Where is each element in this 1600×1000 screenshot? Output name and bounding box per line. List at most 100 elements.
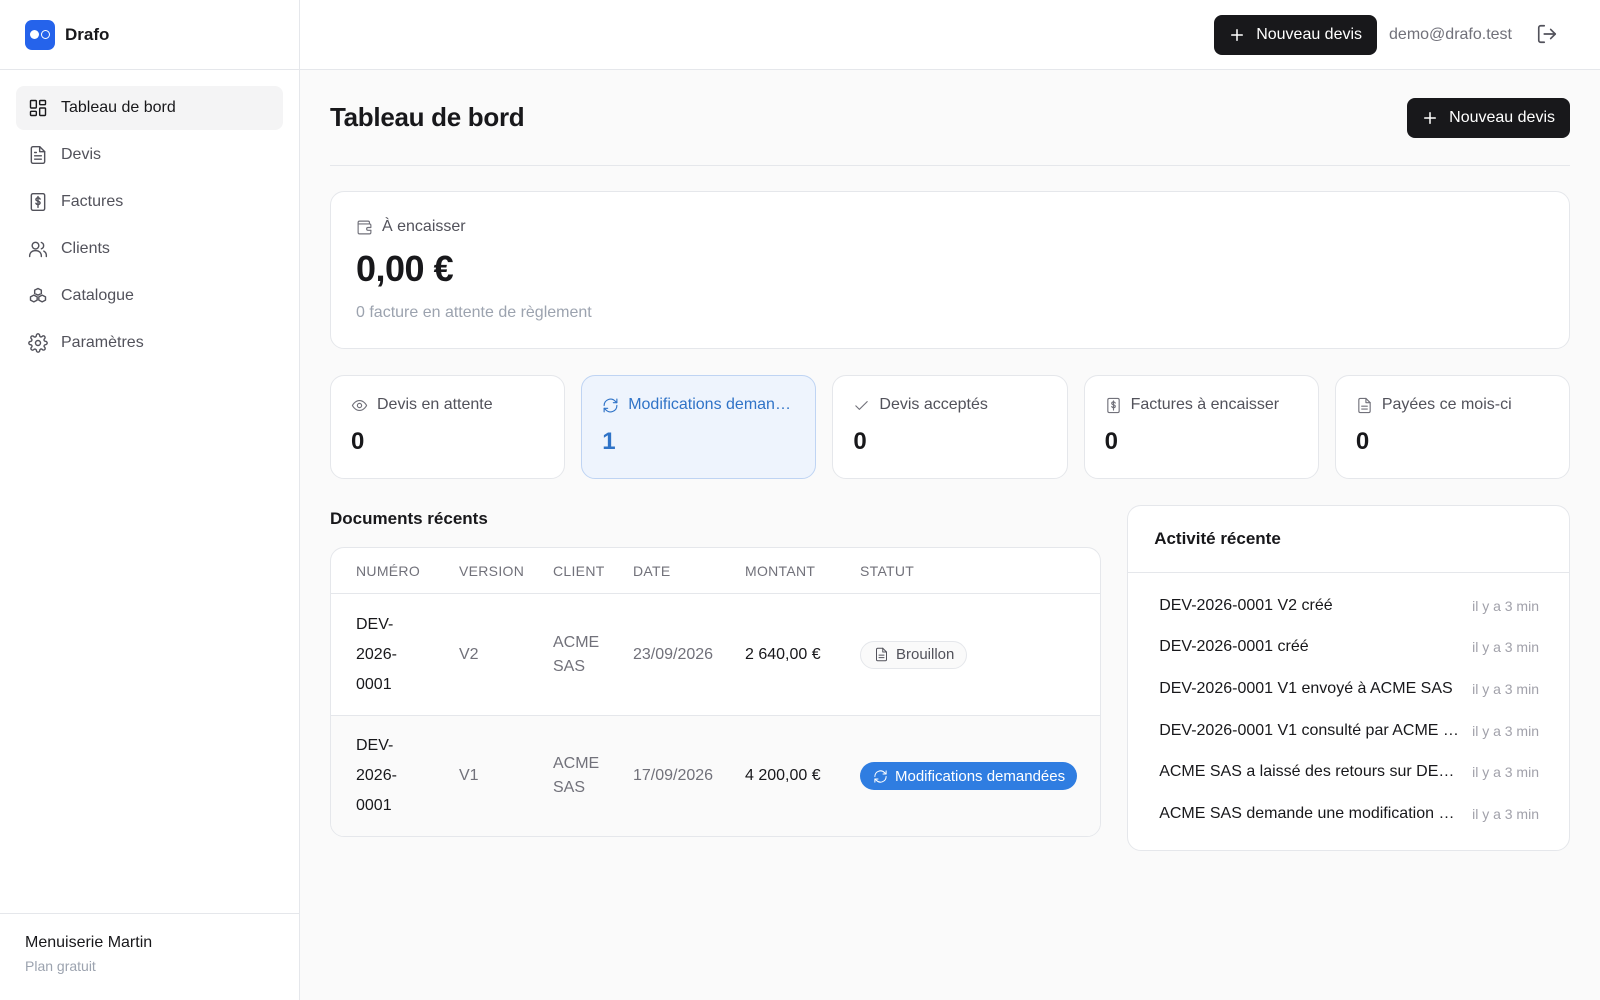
main-content: Tableau de bord Nouveau devis À encaisse… (330, 70, 1571, 851)
brand[interactable]: Drafo (0, 0, 299, 70)
logout-button[interactable] (1536, 23, 1560, 47)
topbar-new-quote-button[interactable]: Nouveau devis (1214, 14, 1378, 55)
sidebar-item-dashboard[interactable]: Tableau de bord (16, 86, 283, 130)
balance-amount: 0,00 € (356, 248, 454, 289)
activity-title: Activité récente (1154, 529, 1281, 548)
activity-item[interactable]: ACME SAS a laissé des retours sur DEV-20… (1159, 751, 1539, 793)
invoice-icon (30, 192, 46, 212)
activity-time: il y a 3 min (1472, 680, 1539, 697)
activity-item[interactable]: DEV-2026-0001 V2 créé il y a 3 min (1159, 585, 1539, 627)
boxes-icon (29, 287, 47, 303)
check-icon (855, 400, 869, 410)
stat-label-text: Devis acceptés (879, 396, 988, 413)
column-header-version[interactable]: VERSION (459, 563, 553, 579)
stat-card-pending-quotes[interactable]: Devis en attente 0 (330, 375, 566, 479)
sidebar-item-invoices[interactable]: Factures (16, 180, 283, 224)
refresh-icon (874, 769, 887, 783)
cell-amount: 4 200,00 € (745, 767, 821, 784)
cell-version: V2 (459, 645, 479, 663)
refresh-icon (603, 398, 618, 412)
sidebar-item-catalogue[interactable]: Catalogue (16, 274, 283, 318)
stat-value: 0 (853, 428, 867, 455)
table-header: NUMÉRO VERSION CLIENT DATE MONTANT STATU… (331, 548, 1101, 594)
activity-list: DEV-2026-0001 V2 créé il y a 3 min DEV-2… (1128, 573, 1569, 835)
recent-activity: Activité récente DEV-2026-0001 V2 créé i… (1127, 505, 1570, 851)
users-icon (28, 241, 48, 258)
cell-number-line: DEV- (356, 615, 394, 633)
topbar: Nouveau devis demo@drafo.test (300, 0, 1600, 70)
cell-status: Brouillon (860, 640, 1100, 669)
recent-documents-title: Documents récents (330, 509, 488, 528)
sidebar-item-clients[interactable]: Clients (16, 227, 283, 271)
cell-amount: 2 640,00 € (745, 645, 821, 663)
activity-time: il y a 3 min (1472, 639, 1539, 656)
page-header: Tableau de bord Nouveau devis (330, 70, 1570, 166)
cell-client: ACME SAS (553, 633, 600, 675)
cell-date: 17/09/2026 (633, 767, 714, 784)
activity-time: il y a 3 min (1472, 722, 1539, 739)
page-title: Tableau de bord (330, 102, 525, 132)
logout-icon (1537, 24, 1557, 43)
column-header-date[interactable]: DATE (633, 563, 745, 579)
new-quote-button[interactable]: Nouveau devis (1407, 97, 1570, 138)
account-summary[interactable]: Menuiserie Martin Plan gratuit (0, 913, 299, 1000)
activity-item[interactable]: ACME SAS demande une modification de DEV… (1159, 793, 1539, 835)
cell-number-line: 0001 (356, 797, 392, 814)
activity-text: ACME SAS demande une modification de DEV… (1159, 804, 1459, 822)
stat-label-text: Factures à encaisser (1130, 396, 1280, 413)
cell-number: DEV- 2026- 0001 (356, 731, 459, 821)
activity-item[interactable]: DEV-2026-0001 créé il y a 3 min (1159, 627, 1539, 669)
stat-label-text: Payées ce mois-ci (1381, 396, 1512, 413)
plan-label: Plan gratuit (25, 958, 96, 974)
stat-label: Devis en attente (351, 396, 544, 414)
status-badge-label: Brouillon (896, 646, 955, 663)
activity-item[interactable]: DEV-2026-0001 V1 envoyé à ACME SAS il y … (1159, 668, 1539, 710)
sidebar-item-label: Catalogue (61, 287, 134, 304)
table-row[interactable]: DEV- 2026- 0001 V2 ACME SAS 23/09/2026 2… (331, 594, 1100, 715)
stat-card-accepted-quotes[interactable]: Devis acceptés 0 (832, 375, 1068, 479)
dashboard-icon (29, 99, 47, 117)
stat-label: Factures à encaisser (1105, 396, 1298, 414)
stat-label: Modifications demandées (602, 396, 795, 414)
column-header-number[interactable]: NUMÉRO (356, 556, 459, 586)
stat-card-modifications-requested[interactable]: Modifications demandées 1 (581, 375, 817, 479)
file-icon (1358, 397, 1371, 413)
activity-time: il y a 3 min (1472, 764, 1539, 781)
sidebar-nav: Tableau de bord Devis Factures Clients C… (0, 70, 299, 384)
cell-status: Modifications demandées (860, 762, 1100, 790)
sidebar-item-label: Tableau de bord (61, 99, 176, 116)
sidebar-item-label: Factures (61, 193, 124, 210)
stat-value: 0 (1355, 428, 1370, 455)
sidebar-item-label: Devis (61, 146, 102, 163)
lower-section: Documents récents NUMÉRO VERSION CLIENT … (330, 505, 1570, 851)
invoice-icon (1106, 397, 1120, 413)
column-header-status[interactable]: STATUT (860, 563, 1100, 579)
table-row[interactable]: DEV- 2026- 0001 V1 ACME SAS 17/09/2026 4… (331, 715, 1101, 836)
activity-item[interactable]: DEV-2026-0001 V1 consulté par ACME SAS i… (1159, 710, 1539, 752)
drafo-logo-icon (25, 19, 55, 50)
sidebar-item-settings[interactable]: Paramètres (16, 321, 283, 365)
sidebar-item-quotes[interactable]: Devis (16, 133, 283, 177)
column-header-client[interactable]: CLIENT (553, 559, 633, 583)
cell-number-line: 0001 (356, 675, 392, 693)
activity-time: il y a 3 min (1472, 805, 1539, 822)
balance-subtitle: 0 facture en attente de règlement (356, 304, 592, 321)
column-header-amount[interactable]: MONTANT (745, 563, 860, 579)
cell-number-line: DEV- (356, 737, 394, 754)
stat-card-invoices-to-collect[interactable]: Factures à encaisser 0 (1083, 375, 1319, 479)
documents-table: NUMÉRO VERSION CLIENT DATE MONTANT STATU… (330, 547, 1102, 837)
balance-label-text: À encaisser (382, 218, 466, 235)
stat-label-text: Modifications demandées (628, 396, 794, 413)
stat-value: 0 (351, 428, 365, 455)
stats-row: Devis en attente 0 Modifications demandé… (330, 375, 1571, 479)
status-badge-label: Modifications demandées (895, 767, 1066, 785)
stat-card-paid-this-month[interactable]: Payées ce mois-ci 0 (1334, 375, 1571, 479)
file-icon (876, 647, 887, 662)
stat-label: Devis acceptés (853, 396, 1046, 414)
cell-client: ACME SAS (553, 755, 600, 796)
cell-number-line: 2026- (356, 767, 397, 784)
activity-text: DEV-2026-0001 V1 envoyé à ACME SAS (1159, 679, 1453, 697)
button-label: Nouveau devis (1256, 25, 1363, 43)
stat-value: 0 (1104, 428, 1118, 455)
cell-date: 23/09/2026 (633, 645, 714, 663)
